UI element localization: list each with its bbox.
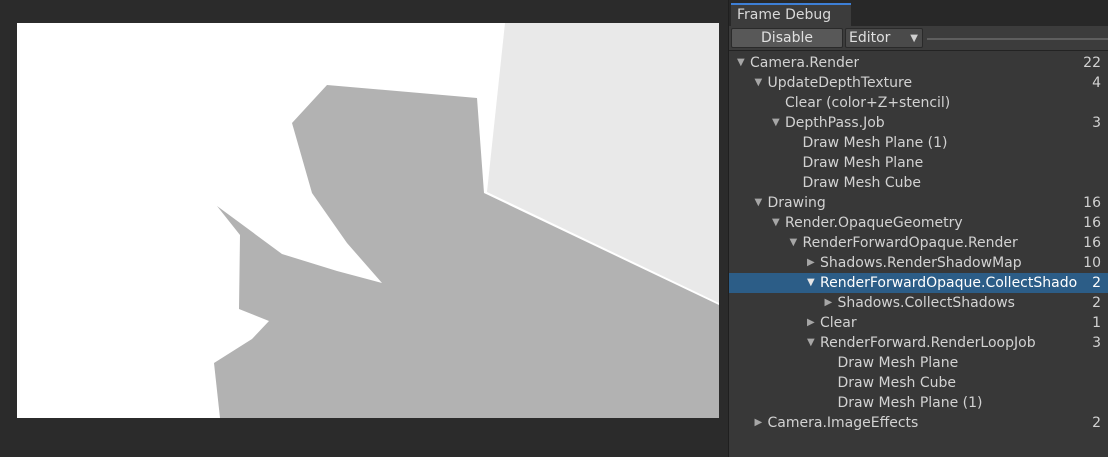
tree-row[interactable]: ▼ Render.OpaqueGeometry 16 — [729, 213, 1108, 233]
tree-row[interactable]: ▼ RenderForwardOpaque.CollectShado 2 — [729, 273, 1108, 293]
tree-row-count: 10 — [1083, 255, 1101, 271]
expanded-arrow-icon[interactable]: ▼ — [737, 53, 749, 73]
tree-row-label: Draw Mesh Plane (1) — [802, 135, 948, 151]
tree-row-label: RenderForwardOpaque.CollectShado — [820, 275, 1078, 291]
tree-row-count: 3 — [1092, 115, 1101, 131]
expanded-arrow-icon[interactable]: ▼ — [807, 333, 819, 353]
tree-row-label: Draw Mesh Plane (1) — [837, 395, 983, 411]
tree-row-label: Draw Mesh Cube — [802, 175, 921, 191]
tree-row-count: 2 — [1092, 275, 1101, 291]
target-dropdown[interactable]: Editor ▼ — [845, 28, 923, 48]
tree-row[interactable]: ▶ Shadows.RenderShadowMap 10 — [729, 253, 1108, 273]
tab-frame-debug[interactable]: Frame Debug — [731, 3, 851, 26]
tree-row-label: RenderForward.RenderLoopJob — [820, 335, 1036, 351]
disable-button[interactable]: Disable — [731, 28, 843, 48]
tree-row[interactable]: Draw Mesh Plane (1) — [729, 133, 1108, 153]
tree-row[interactable]: Clear (color+Z+stencil) — [729, 93, 1108, 113]
shadow-render-image — [17, 23, 719, 418]
target-dropdown-value: Editor — [849, 30, 891, 46]
tree-row[interactable]: ▶ Shadows.CollectShadows 2 — [729, 293, 1108, 313]
tree-row-label: Shadows.RenderShadowMap — [820, 255, 1022, 271]
tab-bar: Frame Debug — [729, 0, 1108, 26]
tree-row[interactable]: ▼ DepthPass.Job 3 — [729, 113, 1108, 133]
tree-row[interactable]: ▼ RenderForward.RenderLoopJob 3 — [729, 333, 1108, 353]
tree-row-count: 2 — [1092, 415, 1101, 431]
tree-row-count: 16 — [1083, 195, 1101, 211]
tree-row-count: 22 — [1083, 55, 1101, 71]
tree-row[interactable]: Draw Mesh Plane — [729, 153, 1108, 173]
tree-row-count: 1 — [1092, 315, 1101, 331]
tree-row-count: 4 — [1092, 75, 1101, 91]
tree-row-label: Draw Mesh Plane — [837, 355, 959, 371]
frame-debugger-panel: Frame Debug Disable Editor ▼ ▼ Camera.Ren… — [728, 0, 1108, 457]
tree-row-label: Clear — [820, 315, 857, 331]
expanded-arrow-icon[interactable]: ▼ — [755, 193, 767, 213]
chevron-down-icon: ▼ — [910, 33, 918, 44]
expanded-arrow-icon[interactable]: ▼ — [790, 233, 802, 253]
tree-row-count: 2 — [1092, 295, 1101, 311]
tree-row[interactable]: ▼ Camera.Render 22 — [729, 53, 1108, 73]
tree-row-label: Draw Mesh Cube — [837, 375, 956, 391]
collapsed-arrow-icon[interactable]: ▶ — [825, 293, 837, 313]
tree-row-label: Camera.Render — [750, 55, 860, 71]
expanded-arrow-icon[interactable]: ▼ — [772, 213, 784, 233]
tree-row-label: Camera.ImageEffects — [767, 415, 919, 431]
tree-row[interactable]: ▼ Drawing 16 — [729, 193, 1108, 213]
expanded-arrow-icon[interactable]: ▼ — [755, 73, 767, 93]
tree-row[interactable]: Draw Mesh Cube — [729, 173, 1108, 193]
tree-row-count: 3 — [1092, 335, 1101, 351]
tree-row-count: 16 — [1083, 235, 1101, 251]
collapsed-arrow-icon[interactable]: ▶ — [807, 313, 819, 333]
game-view-render — [17, 23, 719, 418]
expanded-arrow-icon[interactable]: ▼ — [807, 273, 819, 293]
tree-row-label: UpdateDepthTexture — [767, 75, 913, 91]
tree-row[interactable]: ▼ UpdateDepthTexture 4 — [729, 73, 1108, 93]
tree-row-label: Shadows.CollectShadows — [837, 295, 1015, 311]
toolbar: Disable Editor ▼ — [729, 26, 1108, 51]
tree-row[interactable]: ▶ Camera.ImageEffects 2 — [729, 413, 1108, 433]
collapsed-arrow-icon[interactable]: ▶ — [755, 413, 767, 433]
tree-row-count: 16 — [1083, 215, 1101, 231]
tree-row-label: RenderForwardOpaque.Render — [802, 235, 1018, 251]
expanded-arrow-icon[interactable]: ▼ — [772, 113, 784, 133]
tree-row-label: Drawing — [767, 195, 826, 211]
collapsed-arrow-icon[interactable]: ▶ — [807, 253, 819, 273]
event-slider[interactable] — [927, 38, 1108, 40]
tree-row-label: Draw Mesh Plane — [802, 155, 924, 171]
event-tree: ▼ Camera.Render 22 ▼ UpdateDepthTexture 4 Clea… — [729, 53, 1108, 433]
tree-row-label: DepthPass.Job — [785, 115, 885, 131]
tree-row[interactable]: ▶ Clear 1 — [729, 313, 1108, 333]
tree-row-label: Render.OpaqueGeometry — [785, 215, 963, 231]
tree-row[interactable]: Draw Mesh Plane (1) — [729, 393, 1108, 413]
tree-row-label: Clear (color+Z+stencil) — [785, 95, 951, 111]
tree-row[interactable]: Draw Mesh Plane — [729, 353, 1108, 373]
tree-row[interactable]: ▼ RenderForwardOpaque.Render 16 — [729, 233, 1108, 253]
tree-row[interactable]: Draw Mesh Cube — [729, 373, 1108, 393]
